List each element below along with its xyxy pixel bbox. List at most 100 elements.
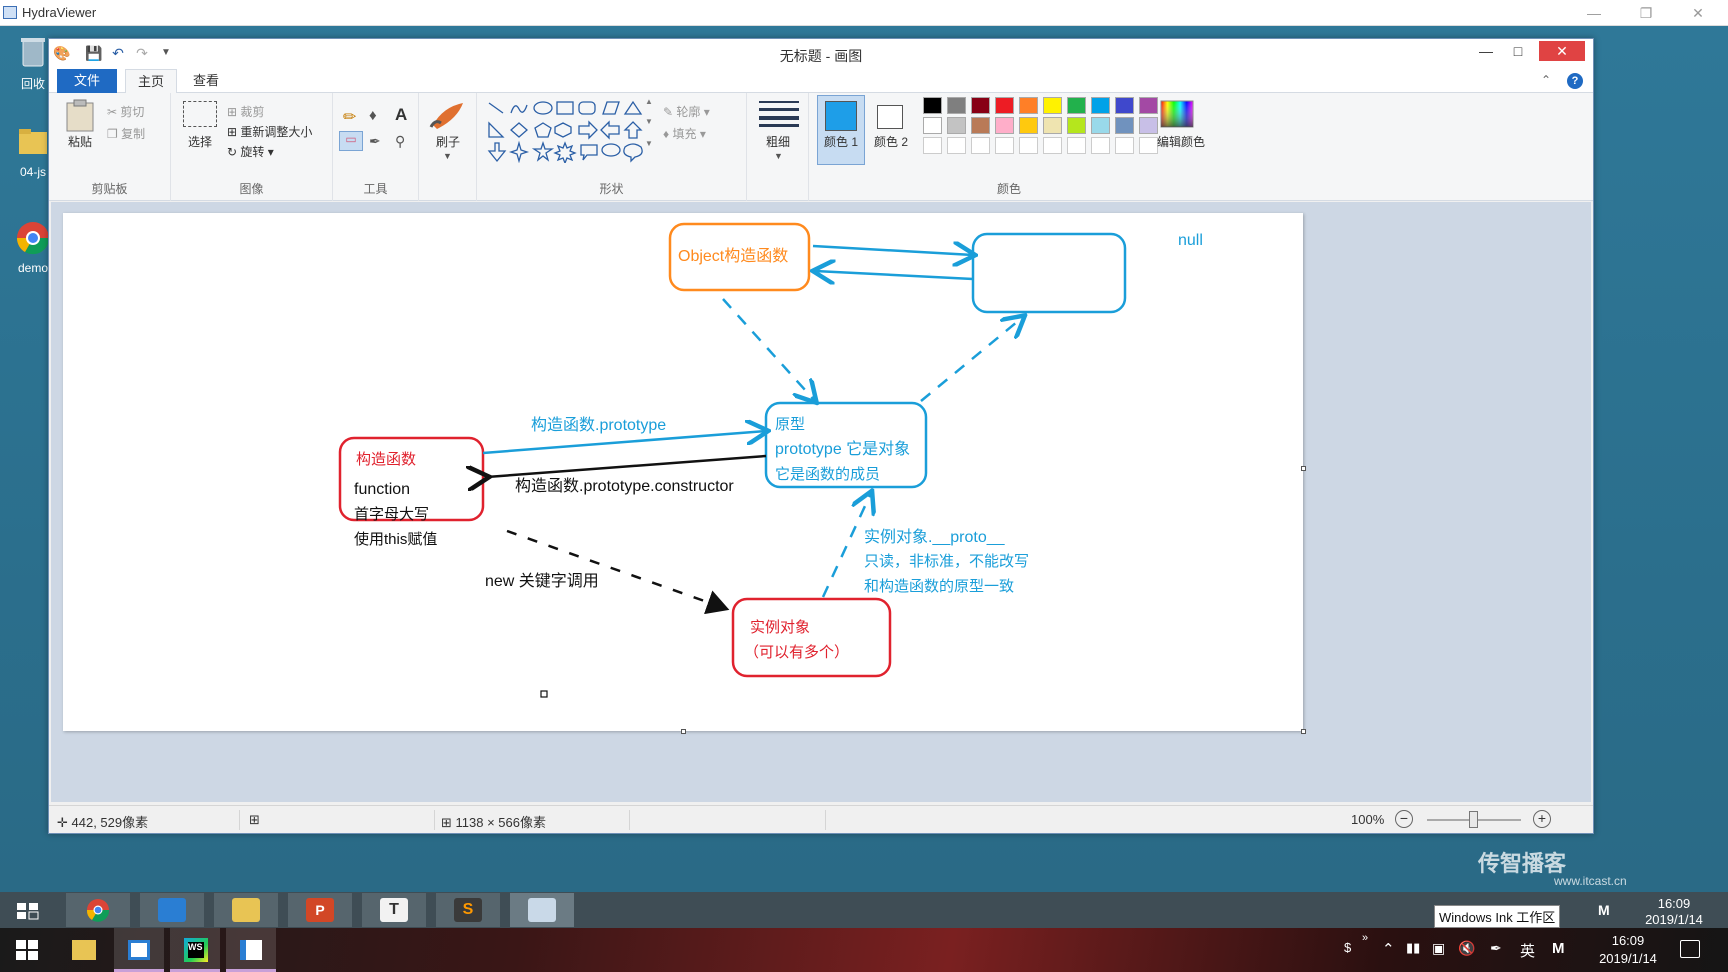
zoom-slider-thumb[interactable] bbox=[1469, 811, 1478, 828]
start-button[interactable] bbox=[2, 928, 52, 972]
color-picker-icon[interactable]: ✒ bbox=[369, 133, 381, 150]
taskbar-hydraviewer[interactable] bbox=[226, 928, 276, 972]
color2-swatch[interactable] bbox=[877, 105, 903, 129]
battery-icon[interactable]: ▮▮ bbox=[1406, 940, 1420, 956]
crop-button[interactable]: ⊞ 裁剪 bbox=[227, 103, 264, 120]
fill-button[interactable]: ♦ 填充 ▾ bbox=[663, 125, 706, 142]
brushes-dropdown-icon[interactable]: ▼ bbox=[443, 151, 452, 161]
paint-close-button[interactable]: ✕ bbox=[1539, 41, 1585, 61]
viewer-minimize-button[interactable]: — bbox=[1568, 0, 1620, 26]
task-view-icon[interactable] bbox=[16, 902, 40, 920]
tab-home[interactable]: 主页 bbox=[125, 69, 178, 93]
system-clock[interactable]: 16:09 2019/1/14 bbox=[1588, 932, 1668, 968]
resize-handle-bottom[interactable] bbox=[681, 729, 686, 734]
color-swatch[interactable] bbox=[1139, 97, 1158, 114]
edit-colors-button[interactable]: 编辑颜色 bbox=[1153, 133, 1209, 150]
volume-muted-icon[interactable]: 🔇 bbox=[1458, 940, 1475, 957]
copy-button[interactable]: ❐ 复制 bbox=[107, 125, 145, 142]
shapes-scroll-up-icon[interactable]: ▲ bbox=[645, 97, 653, 106]
taskbar-paint[interactable] bbox=[510, 893, 574, 927]
tab-file[interactable]: 文件 bbox=[57, 69, 117, 93]
zoom-in-button[interactable]: + bbox=[1533, 810, 1551, 828]
color-swatch[interactable] bbox=[1115, 117, 1134, 134]
windows-ink-icon[interactable]: ✒ bbox=[1490, 940, 1502, 957]
custom-color-slot[interactable] bbox=[1019, 137, 1038, 154]
line-size-icon[interactable] bbox=[759, 99, 799, 127]
text-icon[interactable]: A bbox=[395, 105, 407, 125]
custom-color-slot[interactable] bbox=[923, 137, 942, 154]
custom-color-slot[interactable] bbox=[1115, 137, 1134, 154]
size-dropdown-icon[interactable]: ▼ bbox=[774, 151, 783, 161]
taskbar-powerpoint[interactable]: P bbox=[288, 893, 352, 927]
tab-view[interactable]: 查看 bbox=[181, 69, 231, 93]
custom-color-slot[interactable] bbox=[1043, 137, 1062, 154]
color-swatch[interactable] bbox=[923, 97, 942, 114]
resize-handle-corner[interactable] bbox=[1301, 729, 1306, 734]
color-swatch[interactable] bbox=[947, 97, 966, 114]
brushes-button[interactable]: 刷子 bbox=[427, 133, 469, 150]
custom-color-slot[interactable] bbox=[947, 137, 966, 154]
viewer-restore-button[interactable]: ❐ bbox=[1620, 0, 1672, 26]
eraser-icon[interactable]: ▭ bbox=[339, 131, 363, 151]
paint-minimize-button[interactable]: — bbox=[1469, 41, 1503, 61]
brush-icon[interactable] bbox=[429, 99, 467, 131]
color-swatch[interactable] bbox=[923, 117, 942, 134]
rotate-button[interactable]: ↻ 旋转 ▾ bbox=[227, 143, 274, 160]
shapes-more-icon[interactable]: ▼ bbox=[645, 139, 653, 148]
color-swatch[interactable] bbox=[1043, 117, 1062, 134]
drawing-canvas[interactable]: Object构造函数 null 构造函数.prototype 构造函数.prot… bbox=[63, 213, 1303, 731]
color-swatch[interactable] bbox=[1019, 117, 1038, 134]
overflow-chevron-icon[interactable]: » bbox=[1362, 932, 1368, 944]
remote-clock[interactable]: 16:09 2019/1/14 bbox=[1632, 896, 1716, 928]
paste-icon[interactable] bbox=[65, 99, 95, 133]
custom-color-slot[interactable] bbox=[1091, 137, 1110, 154]
color-swatch[interactable] bbox=[1091, 117, 1110, 134]
ime-mode[interactable]: M bbox=[1552, 940, 1565, 957]
edit-colors-icon[interactable] bbox=[1159, 99, 1195, 129]
color-swatch[interactable] bbox=[971, 117, 990, 134]
size-button[interactable]: 粗细 bbox=[757, 133, 799, 150]
custom-color-slot[interactable] bbox=[995, 137, 1014, 154]
color-swatch[interactable] bbox=[1139, 117, 1158, 134]
color-swatch[interactable] bbox=[1067, 117, 1086, 134]
select-button[interactable]: 选择 bbox=[179, 133, 221, 150]
pencil-icon[interactable]: ✏ bbox=[343, 107, 356, 127]
color-swatch[interactable] bbox=[995, 117, 1014, 134]
viewer-close-button[interactable]: ✕ bbox=[1672, 0, 1724, 26]
resize-handle-right[interactable] bbox=[1301, 466, 1306, 471]
money-icon[interactable]: $ bbox=[1344, 940, 1351, 955]
custom-color-slot[interactable] bbox=[971, 137, 990, 154]
fill-bucket-icon[interactable]: ♦ bbox=[369, 107, 377, 124]
color2-label[interactable]: 颜色 2 bbox=[867, 133, 915, 150]
zoom-out-button[interactable]: − bbox=[1395, 810, 1413, 828]
taskbar-file-explorer[interactable] bbox=[58, 928, 108, 972]
color-swatch[interactable] bbox=[1091, 97, 1110, 114]
taskbar-vscode[interactable] bbox=[140, 893, 204, 927]
color-swatch[interactable] bbox=[1067, 97, 1086, 114]
color-swatch[interactable] bbox=[1043, 97, 1062, 114]
custom-color-slot[interactable] bbox=[1067, 137, 1086, 154]
taskbar-webstorm[interactable]: WS bbox=[170, 928, 220, 972]
select-icon[interactable] bbox=[183, 101, 217, 127]
magnifier-icon[interactable]: ⚲ bbox=[395, 133, 405, 150]
network-icon[interactable]: ▣ bbox=[1432, 940, 1445, 957]
collapse-ribbon-icon[interactable]: ⌃ bbox=[1541, 73, 1551, 87]
shapes-scroll-down-icon[interactable]: ▼ bbox=[645, 117, 653, 126]
shapes-gallery[interactable] bbox=[485, 99, 645, 163]
cut-button[interactable]: ✂ 剪切 bbox=[107, 103, 144, 120]
color-swatch[interactable] bbox=[947, 117, 966, 134]
help-icon[interactable]: ? bbox=[1567, 73, 1583, 89]
ime-m-icon[interactable]: M bbox=[1598, 902, 1610, 918]
notifications-icon[interactable] bbox=[1680, 940, 1700, 958]
taskbar-chrome[interactable] bbox=[66, 893, 130, 927]
color-swatch[interactable] bbox=[971, 97, 990, 114]
paste-button[interactable]: 粘贴 bbox=[59, 133, 101, 150]
taskbar-sublime[interactable]: S bbox=[436, 893, 500, 927]
taskbar-explorer[interactable] bbox=[214, 893, 278, 927]
paint-maximize-button[interactable]: □ bbox=[1501, 41, 1535, 61]
taskbar-app-window[interactable] bbox=[114, 928, 164, 972]
taskbar-typora[interactable]: T bbox=[362, 893, 426, 927]
show-hidden-icons[interactable]: ⌃ bbox=[1382, 940, 1395, 958]
color-swatch[interactable] bbox=[1115, 97, 1134, 114]
resize-button[interactable]: ⊞ 重新调整大小 bbox=[227, 123, 312, 140]
